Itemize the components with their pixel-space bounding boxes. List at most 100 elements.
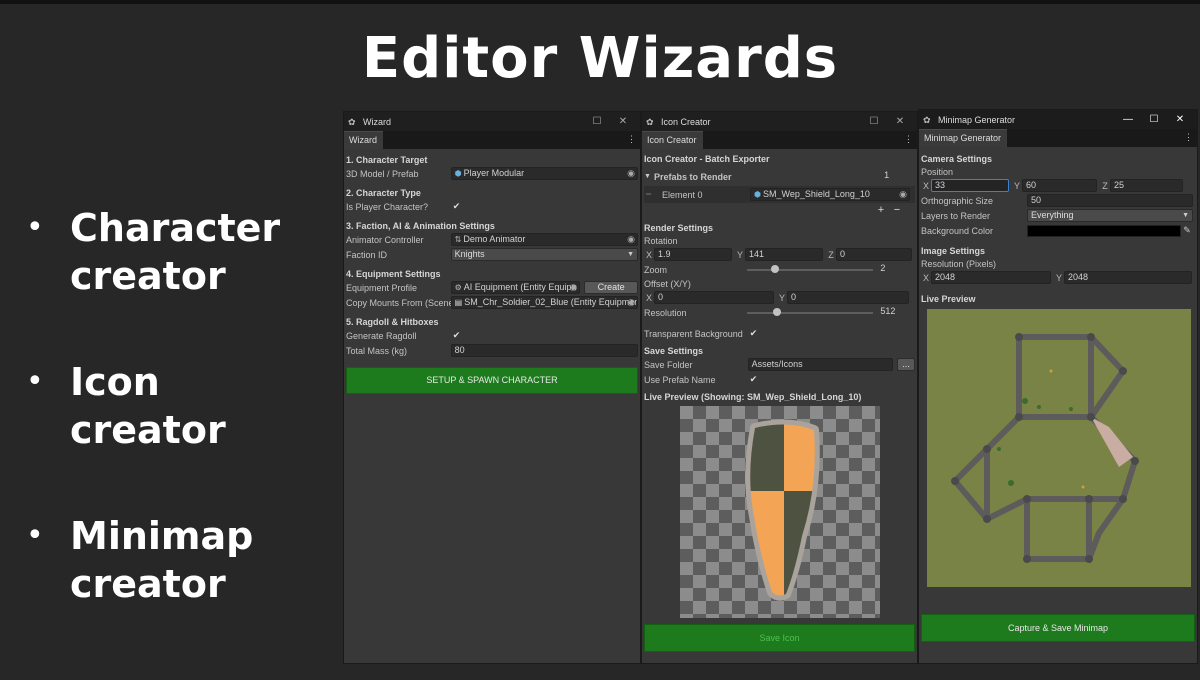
browse-button[interactable]: ...	[897, 358, 915, 371]
position-y-input[interactable]: 60	[1022, 179, 1097, 192]
rotation-z-input[interactable]: 0	[836, 248, 912, 261]
element-field[interactable]: ⬢ SM_Wep_Shield_Long_10 ◉	[750, 188, 910, 201]
tab-minimap-generator[interactable]: Minimap Generator	[919, 129, 1008, 147]
setup-spawn-button[interactable]: SETUP & SPAWN CHARACTER	[346, 367, 638, 394]
offset-label-row: Offset (X/Y)	[644, 277, 915, 290]
offset-row: X 0 Y 0	[644, 290, 915, 305]
save-icon-button[interactable]: Save Icon	[644, 624, 915, 652]
prefabs-count-input[interactable]: 1	[881, 170, 915, 183]
maximize-icon[interactable]: ☐	[861, 116, 887, 127]
more-options-icon[interactable]: ⋮	[627, 134, 636, 145]
layers-dropdown[interactable]: Everything ▼	[1027, 209, 1193, 222]
axis-label: Y	[736, 249, 743, 260]
position-z-input[interactable]: 25	[1110, 179, 1183, 192]
object-picker-icon[interactable]: ◉	[627, 297, 635, 308]
tab-icon-creator[interactable]: Icon Creator	[642, 131, 703, 149]
object-picker-icon[interactable]: ◉	[627, 168, 635, 179]
faction-row: Faction ID Knights ▼	[346, 247, 638, 262]
axis-label: Y	[1013, 180, 1020, 191]
create-button[interactable]: Create	[584, 281, 638, 294]
equipment-field[interactable]: ⚙ AI Equipment (Entity Equipn ◉	[450, 281, 581, 294]
field-value: Player Modular	[463, 168, 525, 178]
offset-x-input[interactable]: 0	[654, 291, 774, 304]
field-label: Rotation	[644, 235, 678, 246]
player-checkbox[interactable]: ✔	[451, 201, 462, 212]
object-picker-icon[interactable]: ◉	[899, 189, 907, 200]
field-label: Offset (X/Y)	[644, 278, 691, 289]
faction-dropdown[interactable]: Knights ▼	[450, 248, 638, 261]
zoom-slider[interactable]	[746, 263, 874, 276]
icon-creator-window: ✿ Icon Creator ☐ ✕ Icon Creator ⋮ Icon C…	[641, 111, 918, 664]
resolution-y-input[interactable]: 2048	[1064, 271, 1192, 284]
icon-content: Icon Creator - Batch Exporter ▼ Prefabs …	[642, 149, 917, 655]
tab-bar: Wizard ⋮	[344, 131, 640, 149]
wizard-titlebar[interactable]: ✿ Wizard ☐ ✕	[344, 112, 640, 131]
close-icon[interactable]: ✕	[610, 116, 636, 127]
rotation-x-input[interactable]: 1.9	[654, 248, 732, 261]
section-heading: Camera Settings	[921, 154, 993, 164]
eyedropper-icon[interactable]: ✎	[1181, 225, 1193, 236]
section-heading: 5. Ragdoll & Hitboxes	[346, 317, 439, 327]
ragdoll-checkbox[interactable]: ✔	[451, 330, 462, 341]
icon-creator-titlebar[interactable]: ✿ Icon Creator ☐ ✕	[642, 112, 917, 131]
prefabs-row: ▼ Prefabs to Render 1	[644, 169, 915, 184]
offset-y-input[interactable]: 0	[787, 291, 909, 304]
close-icon[interactable]: ✕	[1167, 114, 1193, 125]
foldout-icon[interactable]: ▼	[644, 173, 654, 180]
more-options-icon[interactable]: ⋮	[904, 134, 913, 145]
background-color-swatch[interactable]	[1027, 224, 1181, 237]
resolution-slider[interactable]	[746, 306, 874, 319]
drag-handle-icon[interactable]: ═	[646, 191, 654, 198]
section-heading: 2. Character Type	[346, 188, 421, 198]
slider-track	[746, 269, 874, 271]
wizard-window: ✿ Wizard ☐ ✕ Wizard ⋮ 1. Character Targe…	[343, 111, 641, 664]
slide-title: Editor Wizards	[361, 26, 839, 91]
window-title: Minimap Generator	[938, 114, 1016, 125]
field-label: Total Mass (kg)	[346, 345, 408, 356]
field-label: Generate Ragdoll	[346, 330, 417, 341]
mounts-field[interactable]: ▤ SM_Chr_Soldier_02_Blue (Entity Equipmen…	[450, 296, 638, 309]
zoom-input[interactable]: 2	[877, 263, 915, 276]
rotation-y-input[interactable]: 141	[745, 248, 823, 261]
rotation-label-row: Rotation	[644, 234, 915, 247]
ortho-input[interactable]: 50	[1027, 194, 1193, 207]
axis-label: Y	[778, 292, 785, 303]
useprefab-row: Use Prefab Name ✔	[644, 372, 915, 387]
mass-input[interactable]: 80	[450, 344, 638, 357]
capture-save-button[interactable]: Capture & Save Minimap	[921, 614, 1195, 642]
position-x-input[interactable]: 33	[931, 179, 1009, 192]
folder-row: Save Folder Assets/Icons ...	[644, 357, 915, 372]
tab-wizard[interactable]: Wizard	[344, 131, 384, 149]
axis-label: X	[645, 249, 652, 260]
field-label: Copy Mounts From (Scene	[346, 297, 451, 308]
object-picker-icon[interactable]: ◉	[627, 234, 635, 245]
slide: Editor Wizards • Character creator • Icon …	[0, 0, 1200, 680]
resolution-x-input[interactable]: 2048	[931, 271, 1051, 284]
more-options-icon[interactable]: ⋮	[1184, 132, 1193, 143]
maximize-icon[interactable]: ☐	[1141, 114, 1167, 125]
add-icon[interactable]: +	[873, 204, 889, 216]
resolution-row: X 2048 Y 2048	[921, 270, 1195, 285]
folder-input[interactable]: Assets/Icons	[747, 358, 894, 371]
field-value: AI Equipment (Entity Equipn	[463, 282, 577, 292]
field-label: Position	[921, 166, 954, 177]
animator-field[interactable]: ⇅ Demo Animator ◉	[450, 233, 638, 246]
maximize-icon[interactable]: ☐	[584, 116, 610, 127]
transparent-checkbox[interactable]: ✔	[748, 328, 759, 339]
field-label: 3D Model / Prefab	[346, 168, 419, 179]
axis-label: Z	[1102, 180, 1108, 191]
object-picker-icon[interactable]: ◉	[569, 282, 577, 293]
model-field[interactable]: ⬢ Player Modular ◉	[450, 167, 638, 180]
useprefab-checkbox[interactable]: ✔	[748, 374, 759, 385]
slider-knob[interactable]	[773, 308, 782, 316]
field-label: Transparent Background	[644, 328, 743, 339]
preview-label: Live Preview	[921, 294, 976, 304]
bullet-item: • Minimap creator	[26, 512, 326, 608]
slider-knob[interactable]	[770, 265, 779, 273]
minimap-titlebar[interactable]: ✿ Minimap Generator — ☐ ✕	[919, 110, 1197, 129]
remove-icon[interactable]: −	[889, 204, 905, 216]
resolution-input[interactable]: 512	[877, 306, 915, 319]
field-label: Resolution	[644, 307, 687, 318]
close-icon[interactable]: ✕	[887, 116, 913, 127]
minimize-icon[interactable]: —	[1115, 114, 1141, 125]
